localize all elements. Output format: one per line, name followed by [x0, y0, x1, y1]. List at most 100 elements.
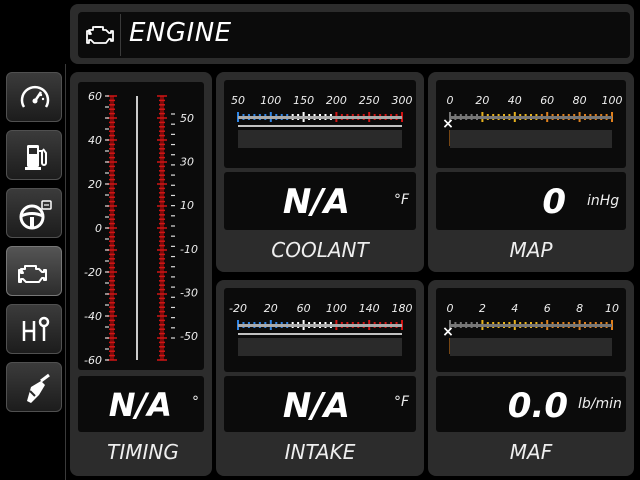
maf-pointer: × [442, 324, 454, 340]
timing-minor-tick [105, 172, 109, 174]
timing-minor-tick [105, 161, 109, 163]
timing-minor-tick [171, 194, 175, 197]
sidebar-item-driving[interactable] [6, 188, 62, 238]
timing-tick [109, 126, 115, 128]
timing-minor-tick [171, 317, 175, 319]
timing-minor-tick [171, 266, 175, 268]
maf-track [450, 324, 612, 327]
coolant-bar-area [238, 130, 402, 148]
timing-left-tick-label: 20 [88, 178, 102, 191]
timing-minor-tick [171, 296, 175, 298]
timing-tick [159, 121, 165, 124]
timing-tick [109, 196, 115, 198]
sidebar-item-transmission[interactable] [6, 304, 62, 354]
timing-tick [109, 148, 115, 150]
timing-tick [109, 200, 115, 203]
timing-tick [159, 324, 165, 326]
timing-tick [159, 108, 165, 110]
timing-tick [159, 310, 165, 313]
timing-minor-tick [105, 260, 109, 262]
fuel-pump-icon [25, 145, 47, 170]
intake-unit: °F [394, 394, 410, 410]
timing-tick [109, 134, 115, 137]
timing-minor-tick [171, 184, 175, 186]
timing-tick [159, 209, 165, 212]
timing-tick [159, 214, 165, 216]
timing-gauge: 60 40 20 0 -20 -40 -60 50 30 10 -10 -30 -50 [78, 82, 204, 370]
timing-tick [159, 244, 165, 247]
timing-left-tick-label: 40 [88, 134, 102, 147]
timing-tick [159, 222, 165, 225]
timing-tick [159, 332, 165, 335]
timing-tick [159, 253, 165, 256]
timing-tick [159, 280, 165, 282]
timing-tick [109, 350, 115, 352]
timing-tick [159, 130, 165, 132]
timing-tick [109, 284, 115, 286]
timing-left-tick-label: -60 [84, 354, 102, 367]
timing-tick [109, 341, 115, 344]
timing-right-tick-label: -50 [180, 330, 198, 343]
timing-tick [157, 227, 167, 229]
maf-tick-label: 6 [544, 302, 551, 315]
timing-tick [159, 231, 165, 234]
timing-tick [159, 341, 165, 344]
timing-minor-tick [105, 205, 109, 207]
intake-track [238, 324, 402, 327]
timing-tick [109, 332, 115, 335]
timing-tick [159, 174, 165, 176]
sidebar-item-fuel[interactable] [6, 130, 62, 180]
timing-tick [159, 236, 165, 238]
timing-tick [159, 258, 165, 260]
timing-tick [109, 346, 115, 348]
timing-tick [159, 288, 165, 291]
timing-tick [109, 143, 115, 146]
timing-left-tick-label: 0 [95, 222, 102, 235]
timing-minor-tick [171, 337, 175, 339]
sidebar-item-fuel-economy[interactable] [6, 362, 62, 412]
timing-minor-tick [105, 249, 109, 251]
timing-tick [109, 156, 115, 159]
timing-tick [109, 297, 115, 300]
coolant-tick-label: 300 [392, 94, 413, 107]
timing-tick [109, 306, 115, 308]
timing-tick [159, 170, 165, 172]
coolant-scale: 50 100 150 200 250 300 [231, 94, 413, 148]
timing-tick [159, 297, 165, 300]
map-scale: 0 20 40 60 80 100 × [442, 94, 623, 148]
timing-tick [109, 170, 115, 172]
timing-minor-tick [171, 245, 175, 247]
timing-minor-tick [171, 235, 175, 237]
timing-minor-tick [105, 183, 109, 185]
timing-right-tick-label: -10 [180, 243, 198, 256]
intake-tick-label: 100 [326, 302, 347, 315]
timing-tick [159, 275, 165, 278]
maf-tick-label: 4 [511, 302, 518, 315]
timing-value: N/A [108, 386, 172, 424]
timing-tick [159, 104, 165, 106]
timing-tick [109, 262, 115, 264]
check-engine-icon [18, 265, 47, 283]
sidebar-item-engine[interactable] [6, 246, 62, 296]
maf-bar-area [450, 338, 612, 356]
timing-label: TIMING [107, 440, 179, 464]
timing-tick [109, 244, 115, 247]
timing-minor-tick [105, 128, 109, 130]
timing-minor-tick [171, 133, 175, 135]
timing-minor-tick [105, 315, 109, 317]
timing-tick [109, 214, 115, 216]
timing-minor-tick [171, 154, 175, 156]
intake-bar-area [238, 338, 402, 356]
intake-tick-label: 180 [392, 302, 413, 315]
timing-tick [157, 139, 167, 141]
timing-tick [109, 288, 115, 291]
timing-tick [159, 218, 165, 220]
sidebar-item-gauges[interactable] [6, 72, 62, 122]
timing-tick [159, 134, 165, 137]
timing-tick [109, 108, 115, 110]
intake-value: N/A [282, 386, 350, 426]
timing-tick [159, 200, 165, 203]
map-gauge: 0 20 40 60 80 100 × [436, 80, 626, 168]
coolant-tick-label: 200 [326, 94, 347, 107]
timing-tick [109, 165, 115, 168]
